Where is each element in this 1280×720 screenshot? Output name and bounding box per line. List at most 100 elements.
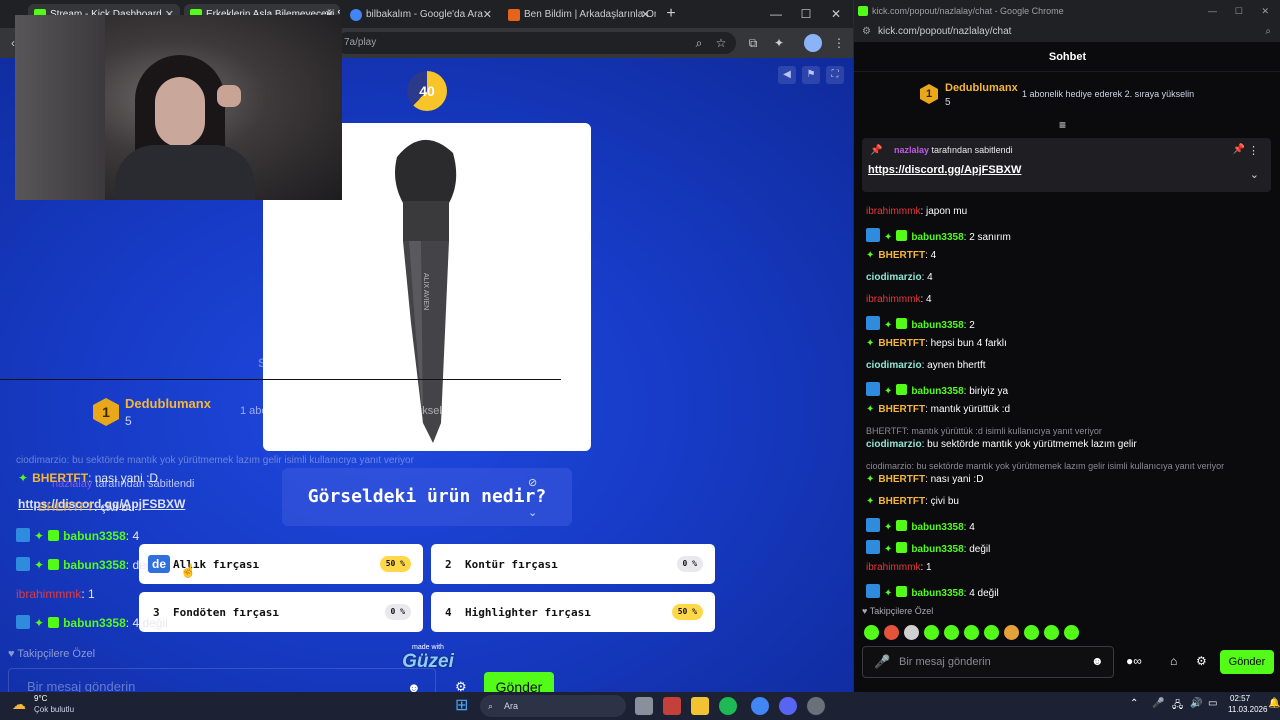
weather-temp: 9°C [34,694,48,703]
clock-time[interactable]: 02:57 [1230,694,1250,703]
emote-icon[interactable] [1024,625,1039,640]
maximize-button[interactable]: ☐ [794,4,818,24]
store-icon[interactable]: ⌂ [1170,654,1177,668]
chat-username[interactable]: ibrahimmmk [866,206,920,217]
taskbar-search[interactable]: ⌕ Ara [480,695,626,717]
chat-username[interactable]: babun3358 [911,544,963,555]
translate-icon[interactable]: ⧉ [744,34,762,52]
chrome-icon[interactable] [751,697,769,715]
emote-icon[interactable] [1044,625,1059,640]
url-field[interactable]: 7a/play [336,32,736,54]
answer-option-2[interactable]: 2 Kontür fırçası 0 % [431,544,715,584]
emote-icon[interactable] [964,625,979,640]
unpin-icon[interactable]: 📌 [1233,144,1245,155]
new-tab-button[interactable]: + [662,5,680,23]
scroll-indicator-icon[interactable]: ≡ [1059,118,1066,132]
chat-username[interactable]: babun3358 [911,386,963,397]
chat-username[interactable]: BHERTFT [878,250,925,261]
emote-icon[interactable] [984,625,999,640]
menu-dots-icon[interactable]: ⋮ [1248,144,1259,157]
chat-username[interactable]: BHERTFT [878,496,925,507]
chat-username[interactable]: BHERTFT [878,338,925,349]
chat-message: ✦ babun3358: 2 [866,316,975,331]
zoom-icon[interactable]: ⌕ [1265,22,1271,42]
close-window-button[interactable]: ✕ [1261,0,1269,22]
fullscreen-icon[interactable]: ⛶ [826,66,844,84]
chat-username[interactable]: ciodimarzio [866,360,922,371]
task-view-icon[interactable] [635,697,653,715]
chat-username[interactable]: ciodimarzio [866,272,922,283]
minimize-button[interactable]: — [764,4,788,24]
answer-number: 2 [445,558,452,571]
settings-gear-icon[interactable]: ⚙ [1196,654,1207,668]
google-favicon-icon [350,9,362,21]
microphone-icon[interactable]: 🎤 [1152,698,1164,709]
close-icon[interactable]: ✕ [483,4,492,26]
close-window-button[interactable]: ✕ [824,4,848,24]
chat-message-input[interactable]: Bir mesaj gönderin [862,646,1114,678]
flag-icon[interactable]: ⚑ [802,66,820,84]
bookmark-star-icon[interactable]: ☆ [712,34,730,52]
emote-icon[interactable] [944,625,959,640]
close-icon[interactable]: ✕ [641,4,650,26]
chat-username[interactable]: babun3358 [911,232,963,243]
discord-icon[interactable] [779,697,797,715]
emote-icon[interactable] [864,625,879,640]
overlay-message-input[interactable]: Bir mesaj gönderin [8,668,436,692]
start-menu-icon[interactable]: ⊞ [455,695,468,715]
chat-username[interactable]: BHERTFT [878,404,925,415]
chat-username[interactable]: ciodimarzio [866,439,922,450]
zoom-icon[interactable]: ⌕ [690,34,708,52]
profile-avatar-icon[interactable] [804,34,822,52]
file-explorer-icon[interactable] [691,697,709,715]
sound-icon[interactable]: ◀ [778,66,796,84]
pinned-link[interactable]: https://discord.gg/ApjFSBXW [868,164,1021,176]
chat-username[interactable]: ibrahimmmk [866,294,920,305]
emote-icon[interactable] [924,625,939,640]
spark-badge-icon: ✦ [884,386,893,397]
menu-dots-icon[interactable]: ⋮ [830,34,848,52]
chat-username[interactable]: babun3358 [911,522,963,533]
volume-icon[interactable]: 🔊 [1190,698,1202,709]
chat-popout-window: kick.com/popout/nazlalay/chat - Google C… [853,0,1280,692]
chevron-down-icon[interactable]: ⌄ [1250,168,1259,181]
emote-icon[interactable] [1064,625,1079,640]
chat-username[interactable]: babun3358 [911,320,963,331]
answer-option-3[interactable]: 3 Fondöten fırçası 0 % [139,592,423,632]
chevron-down-icon[interactable]: ⌄ [528,506,537,519]
followers-only-label: ♥ Takipçilere Özel [862,606,934,616]
minimize-button[interactable]: — [1208,0,1217,22]
battery-icon[interactable]: ▭ [1208,698,1217,709]
emote-icon[interactable] [904,625,919,640]
notification-bell-icon[interactable]: 🔔 [1268,698,1280,709]
tab-ben-bildim[interactable]: Ben Bildim | Arkadaşlarınla Onli ✕ [502,4,656,28]
chat-username[interactable]: babun3358 [911,588,963,599]
emote-icon[interactable] [884,625,899,640]
send-button[interactable]: Gönder [1220,650,1274,674]
chat-window-title: kick.com/popout/nazlalay/chat - Google C… [854,0,1280,22]
tab-google-search[interactable]: bilbakalım - Google'da Ara ✕ [344,4,498,28]
app-icon[interactable] [807,697,825,715]
answer-option-4[interactable]: 4 Highlighter fırçası 50 % [431,592,715,632]
kick-emote-icon[interactable]: ●∞ [1126,654,1142,668]
emoji-icon[interactable]: ☻ [407,680,421,692]
spark-badge-icon: ✦ [884,588,893,599]
weather-icon[interactable]: ☁ [12,696,26,713]
overlay-send-button[interactable]: Gönder [484,672,554,692]
tray-chevron-icon[interactable]: ⌃ [1130,698,1138,709]
overlay-leader-name: Dedublumanx [125,396,211,411]
hide-icon[interactable]: ⊘ [528,476,537,489]
network-icon[interactable]: 🖧 [1172,698,1183,715]
maximize-button[interactable]: ☐ [1235,0,1243,22]
spotify-icon[interactable] [719,697,737,715]
site-info-icon[interactable]: ⚙ [862,22,871,42]
microphone-icon[interactable]: 🎤 [874,654,890,670]
extensions-icon[interactable]: ✦ [770,34,788,52]
emoji-icon[interactable]: ☻ [1091,654,1104,668]
chat-username[interactable]: BHERTFT [878,474,925,485]
emote-icon[interactable] [1004,625,1019,640]
settings-gear-icon[interactable]: ⚙ [455,679,467,692]
clock-date[interactable]: 11.03.2026 [1228,705,1267,714]
app-p-icon[interactable] [663,697,681,715]
chat-username[interactable]: ibrahimmmk [866,562,920,573]
